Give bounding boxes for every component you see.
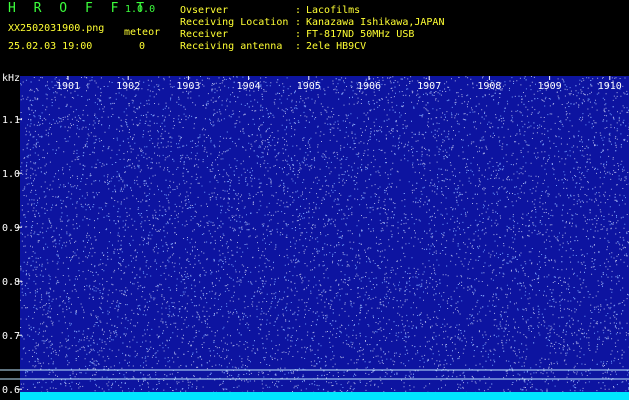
capture-datetime: 25.02.03 19:00 [8,41,93,52]
receiver-value: FT-817ND 50MHz USB [306,29,415,40]
spectrogram: 1901 1902 1903 1904 1905 1906 1907 1908 1909 1910… [0,76,629,400]
frequency-unit-label: kHz [2,73,21,84]
time-tick-label: 1906 [357,81,381,92]
time-tick-label: 1904 [237,81,261,92]
receiver-label: Receiver [180,29,229,40]
file-name: XX2502031900.png [8,23,105,34]
observer-value: Lacofilms [306,5,361,16]
meteor-count: 0 [139,41,146,52]
observer-label: Ovserver [180,5,229,16]
header-panel: H R O F F T 1.0.0 XX2502031900.png meteo… [0,0,629,76]
time-tick-label: 1901 [56,81,80,92]
colon: : [295,17,302,28]
time-tick-label: 1908 [477,81,501,92]
meteor-label: meteor [124,27,161,38]
frequency-tick-label: 0.9 [2,223,20,234]
frequency-tick-label: 0.6 [2,385,20,396]
baseline-band [20,392,629,400]
time-tick-label: 1907 [417,81,441,92]
time-tick-label: 1902 [116,81,140,92]
frequency-axis: 1.1 1.0 0.9 0.8 0.7 0.6 [2,115,22,396]
time-tick-label: 1905 [297,81,321,92]
antenna-value: 2ele HB9CV [306,41,367,52]
location-value: Kanazawa Ishikawa,JAPAN [306,17,445,28]
frequency-tick-label: 1.0 [2,169,20,180]
colon: : [295,29,302,40]
location-label: Receiving Location [180,17,289,28]
frequency-tick-label: 0.8 [2,277,20,288]
spectrogram-background [20,76,629,400]
frequency-tick-label: 0.7 [2,331,20,342]
time-tick-label: 1910 [598,81,622,92]
colon: : [295,41,302,52]
antenna-label: Receiving antenna [180,41,283,52]
time-tick-label: 1909 [538,81,562,92]
colon: : [295,5,302,16]
app-version: 1.0.0 [125,4,156,15]
time-tick-label: 1903 [176,81,200,92]
frequency-tick-label: 1.1 [2,115,20,126]
